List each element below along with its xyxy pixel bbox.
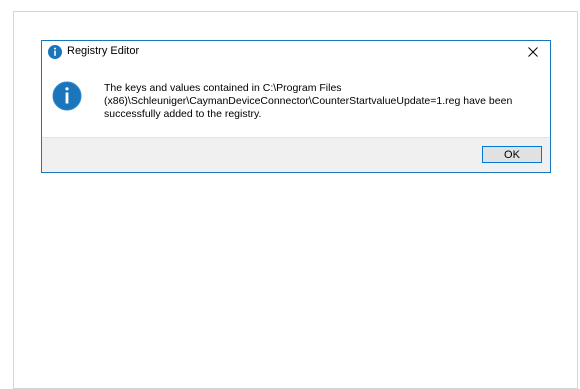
info-icon — [48, 45, 62, 59]
ok-button[interactable]: OK — [482, 146, 542, 163]
registry-editor-dialog: Registry Editor The keys and values cont… — [41, 40, 551, 173]
screen: Registry Editor The keys and values cont… — [0, 0, 580, 389]
info-icon — [52, 81, 82, 111]
dialog-title: Registry Editor — [67, 45, 140, 57]
message-line: The keys and values contained in C:\Prog… — [104, 82, 342, 94]
dialog-body: The keys and values contained in C:\Prog… — [42, 63, 550, 137]
dialog-footer: OK — [42, 137, 550, 172]
message-line: (x86)\Schleuniger\CaymanDeviceConnector\… — [104, 95, 513, 107]
close-button[interactable] — [516, 41, 550, 63]
close-icon — [528, 47, 538, 57]
message-line: successfully added to the registry. — [104, 108, 262, 120]
dialog-titlebar[interactable]: Registry Editor — [42, 41, 550, 63]
dialog-message: The keys and values contained in C:\Prog… — [104, 82, 544, 121]
